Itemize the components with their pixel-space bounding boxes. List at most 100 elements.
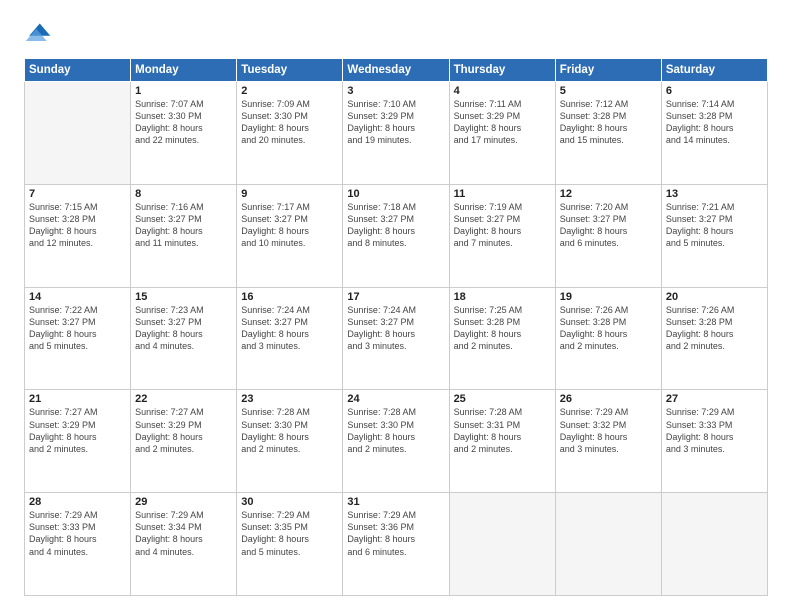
calendar-cell: 11Sunrise: 7:19 AMSunset: 3:27 PMDayligh…: [449, 184, 555, 287]
calendar-cell: 2Sunrise: 7:09 AMSunset: 3:30 PMDaylight…: [237, 82, 343, 185]
calendar-cell: 23Sunrise: 7:28 AMSunset: 3:30 PMDayligh…: [237, 390, 343, 493]
day-info: Sunrise: 7:12 AMSunset: 3:28 PMDaylight:…: [560, 98, 657, 147]
col-header-sunday: Sunday: [25, 59, 131, 82]
calendar-cell: 7Sunrise: 7:15 AMSunset: 3:28 PMDaylight…: [25, 184, 131, 287]
day-info: Sunrise: 7:24 AMSunset: 3:27 PMDaylight:…: [347, 304, 444, 353]
calendar-cell: 26Sunrise: 7:29 AMSunset: 3:32 PMDayligh…: [555, 390, 661, 493]
col-header-friday: Friday: [555, 59, 661, 82]
day-info: Sunrise: 7:10 AMSunset: 3:29 PMDaylight:…: [347, 98, 444, 147]
day-number: 2: [241, 85, 338, 97]
calendar-cell: 18Sunrise: 7:25 AMSunset: 3:28 PMDayligh…: [449, 287, 555, 390]
day-info: Sunrise: 7:09 AMSunset: 3:30 PMDaylight:…: [241, 98, 338, 147]
calendar-cell: 8Sunrise: 7:16 AMSunset: 3:27 PMDaylight…: [131, 184, 237, 287]
calendar-cell: [555, 493, 661, 596]
calendar-cell: 6Sunrise: 7:14 AMSunset: 3:28 PMDaylight…: [661, 82, 767, 185]
day-info: Sunrise: 7:22 AMSunset: 3:27 PMDaylight:…: [29, 304, 126, 353]
day-info: Sunrise: 7:28 AMSunset: 3:30 PMDaylight:…: [241, 406, 338, 455]
day-number: 1: [135, 85, 232, 97]
calendar-cell: 13Sunrise: 7:21 AMSunset: 3:27 PMDayligh…: [661, 184, 767, 287]
day-number: 26: [560, 393, 657, 405]
day-info: Sunrise: 7:14 AMSunset: 3:28 PMDaylight:…: [666, 98, 763, 147]
day-number: 30: [241, 496, 338, 508]
calendar-cell: 12Sunrise: 7:20 AMSunset: 3:27 PMDayligh…: [555, 184, 661, 287]
col-header-thursday: Thursday: [449, 59, 555, 82]
day-number: 8: [135, 188, 232, 200]
calendar-cell: 19Sunrise: 7:26 AMSunset: 3:28 PMDayligh…: [555, 287, 661, 390]
day-number: 31: [347, 496, 444, 508]
day-info: Sunrise: 7:26 AMSunset: 3:28 PMDaylight:…: [666, 304, 763, 353]
day-info: Sunrise: 7:29 AMSunset: 3:35 PMDaylight:…: [241, 509, 338, 558]
col-header-tuesday: Tuesday: [237, 59, 343, 82]
calendar-cell: 24Sunrise: 7:28 AMSunset: 3:30 PMDayligh…: [343, 390, 449, 493]
day-info: Sunrise: 7:26 AMSunset: 3:28 PMDaylight:…: [560, 304, 657, 353]
calendar-cell: 31Sunrise: 7:29 AMSunset: 3:36 PMDayligh…: [343, 493, 449, 596]
day-number: 19: [560, 291, 657, 303]
calendar-cell: 5Sunrise: 7:12 AMSunset: 3:28 PMDaylight…: [555, 82, 661, 185]
calendar-cell: 30Sunrise: 7:29 AMSunset: 3:35 PMDayligh…: [237, 493, 343, 596]
col-header-wednesday: Wednesday: [343, 59, 449, 82]
calendar-cell: 27Sunrise: 7:29 AMSunset: 3:33 PMDayligh…: [661, 390, 767, 493]
day-number: 20: [666, 291, 763, 303]
day-number: 14: [29, 291, 126, 303]
calendar-cell: 21Sunrise: 7:27 AMSunset: 3:29 PMDayligh…: [25, 390, 131, 493]
day-info: Sunrise: 7:29 AMSunset: 3:33 PMDaylight:…: [29, 509, 126, 558]
calendar-cell: 1Sunrise: 7:07 AMSunset: 3:30 PMDaylight…: [131, 82, 237, 185]
calendar-cell: [449, 493, 555, 596]
calendar-cell: 10Sunrise: 7:18 AMSunset: 3:27 PMDayligh…: [343, 184, 449, 287]
day-number: 15: [135, 291, 232, 303]
calendar-cell: 14Sunrise: 7:22 AMSunset: 3:27 PMDayligh…: [25, 287, 131, 390]
day-number: 28: [29, 496, 126, 508]
page: SundayMondayTuesdayWednesdayThursdayFrid…: [0, 0, 792, 612]
calendar-cell: 9Sunrise: 7:17 AMSunset: 3:27 PMDaylight…: [237, 184, 343, 287]
day-number: 11: [454, 188, 551, 200]
day-info: Sunrise: 7:29 AMSunset: 3:34 PMDaylight:…: [135, 509, 232, 558]
day-number: 17: [347, 291, 444, 303]
calendar-week-row: 28Sunrise: 7:29 AMSunset: 3:33 PMDayligh…: [25, 493, 768, 596]
day-number: 18: [454, 291, 551, 303]
calendar-cell: 25Sunrise: 7:28 AMSunset: 3:31 PMDayligh…: [449, 390, 555, 493]
day-info: Sunrise: 7:21 AMSunset: 3:27 PMDaylight:…: [666, 201, 763, 250]
day-info: Sunrise: 7:19 AMSunset: 3:27 PMDaylight:…: [454, 201, 551, 250]
day-number: 10: [347, 188, 444, 200]
calendar-cell: [25, 82, 131, 185]
day-info: Sunrise: 7:11 AMSunset: 3:29 PMDaylight:…: [454, 98, 551, 147]
logo-icon: [24, 20, 52, 48]
day-number: 22: [135, 393, 232, 405]
day-number: 3: [347, 85, 444, 97]
day-number: 25: [454, 393, 551, 405]
day-info: Sunrise: 7:28 AMSunset: 3:30 PMDaylight:…: [347, 406, 444, 455]
calendar-cell: 28Sunrise: 7:29 AMSunset: 3:33 PMDayligh…: [25, 493, 131, 596]
day-number: 27: [666, 393, 763, 405]
calendar-week-row: 1Sunrise: 7:07 AMSunset: 3:30 PMDaylight…: [25, 82, 768, 185]
day-number: 13: [666, 188, 763, 200]
day-number: 16: [241, 291, 338, 303]
day-info: Sunrise: 7:23 AMSunset: 3:27 PMDaylight:…: [135, 304, 232, 353]
day-info: Sunrise: 7:29 AMSunset: 3:36 PMDaylight:…: [347, 509, 444, 558]
day-info: Sunrise: 7:28 AMSunset: 3:31 PMDaylight:…: [454, 406, 551, 455]
day-info: Sunrise: 7:18 AMSunset: 3:27 PMDaylight:…: [347, 201, 444, 250]
calendar-week-row: 7Sunrise: 7:15 AMSunset: 3:28 PMDaylight…: [25, 184, 768, 287]
logo: [24, 20, 56, 48]
day-number: 7: [29, 188, 126, 200]
day-info: Sunrise: 7:27 AMSunset: 3:29 PMDaylight:…: [135, 406, 232, 455]
day-number: 6: [666, 85, 763, 97]
day-info: Sunrise: 7:20 AMSunset: 3:27 PMDaylight:…: [560, 201, 657, 250]
day-number: 4: [454, 85, 551, 97]
day-info: Sunrise: 7:27 AMSunset: 3:29 PMDaylight:…: [29, 406, 126, 455]
calendar-week-row: 14Sunrise: 7:22 AMSunset: 3:27 PMDayligh…: [25, 287, 768, 390]
day-number: 9: [241, 188, 338, 200]
calendar-week-row: 21Sunrise: 7:27 AMSunset: 3:29 PMDayligh…: [25, 390, 768, 493]
day-info: Sunrise: 7:17 AMSunset: 3:27 PMDaylight:…: [241, 201, 338, 250]
calendar-cell: [661, 493, 767, 596]
calendar-cell: 22Sunrise: 7:27 AMSunset: 3:29 PMDayligh…: [131, 390, 237, 493]
day-info: Sunrise: 7:15 AMSunset: 3:28 PMDaylight:…: [29, 201, 126, 250]
day-info: Sunrise: 7:25 AMSunset: 3:28 PMDaylight:…: [454, 304, 551, 353]
calendar-cell: 16Sunrise: 7:24 AMSunset: 3:27 PMDayligh…: [237, 287, 343, 390]
day-number: 12: [560, 188, 657, 200]
calendar-cell: 20Sunrise: 7:26 AMSunset: 3:28 PMDayligh…: [661, 287, 767, 390]
calendar-cell: 29Sunrise: 7:29 AMSunset: 3:34 PMDayligh…: [131, 493, 237, 596]
day-info: Sunrise: 7:29 AMSunset: 3:32 PMDaylight:…: [560, 406, 657, 455]
calendar-header-row: SundayMondayTuesdayWednesdayThursdayFrid…: [25, 59, 768, 82]
day-info: Sunrise: 7:16 AMSunset: 3:27 PMDaylight:…: [135, 201, 232, 250]
day-number: 5: [560, 85, 657, 97]
